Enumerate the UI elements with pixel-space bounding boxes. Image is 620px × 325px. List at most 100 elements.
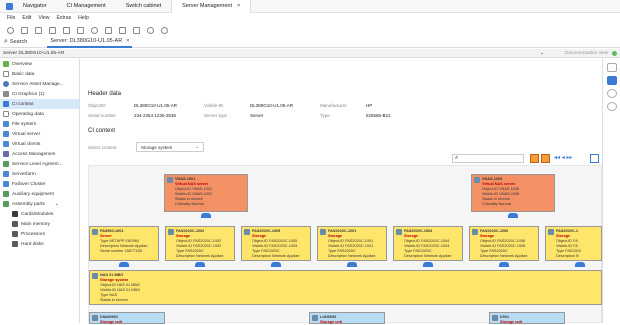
- sidebar-item-assembly-parts[interactable]: Assembly parts ⌄: [0, 199, 79, 209]
- assembly-icon: [3, 201, 9, 207]
- refresh-icon[interactable]: [147, 26, 154, 34]
- layout-icon[interactable]: [530, 154, 539, 163]
- back-icon[interactable]: [7, 26, 14, 34]
- sidebar-item-label: Virtual server: [12, 131, 41, 137]
- chart-icon[interactable]: [105, 26, 112, 34]
- sidebar-item-overview[interactable]: Overview: [0, 59, 79, 69]
- tab-server-management-label: Server Management: [182, 3, 232, 9]
- sidebar-item-operating-data[interactable]: Operating data: [0, 109, 79, 119]
- tab-ci-management[interactable]: CI Management: [57, 0, 116, 13]
- sidebar-item-processors[interactable]: Processors: [0, 229, 79, 239]
- grid-icon[interactable]: [590, 154, 599, 163]
- menu-help[interactable]: Help: [78, 15, 89, 21]
- delete-icon[interactable]: [77, 26, 84, 34]
- context-nav-arrows[interactable]: ◂◂ ◂ ▸▸: [554, 154, 572, 161]
- upload-icon[interactable]: [49, 26, 56, 34]
- type-value: 826565-B21: [366, 113, 391, 118]
- select-context-label: Select context: [88, 145, 117, 150]
- sidebar-item-access-management[interactable]: Access Managemen: [0, 149, 79, 159]
- hard-disk-icon: [12, 241, 18, 247]
- storage-card[interactable]: FAS2020C-1002 Storage Object-ID FAS2020C…: [165, 226, 235, 261]
- storage-unit-card[interactable]: D001 Storage unit: [489, 312, 565, 324]
- settings-icon[interactable]: [607, 89, 617, 98]
- documentation-view-label[interactable]: Documentation view: [565, 51, 608, 56]
- context-search-input[interactable]: ⌕: [452, 154, 524, 163]
- chevron-down-icon[interactable]: ⌄: [55, 202, 59, 207]
- download-icon[interactable]: [607, 76, 617, 85]
- history-icon[interactable]: [91, 26, 98, 34]
- storage-card[interactable]: FAS2020C-1006 Storage Object-ID FAS2020C…: [469, 226, 539, 261]
- sidebar-item-virtual-server[interactable]: Virtual server: [0, 129, 79, 139]
- manufacturer-label: Manufacturer: [320, 103, 347, 108]
- sidebar-item-label: Main memory: [21, 221, 51, 227]
- menu-file[interactable]: File: [7, 15, 15, 21]
- tab-navigator[interactable]: Navigator: [13, 0, 57, 13]
- close-icon[interactable]: ×: [237, 3, 240, 9]
- storage-card[interactable]: FAS960-1001 Server Type NETAPP-FAS960 De…: [89, 226, 159, 261]
- search-label[interactable]: Search: [10, 39, 27, 45]
- sidebar-item-label: Cards/Modules: [21, 211, 54, 217]
- card-line: Description N: [556, 254, 579, 258]
- access-icon: [3, 151, 9, 157]
- nas-storage-system-card[interactable]: NAS 01 MBG Storage system Object-ID NAS …: [89, 270, 602, 305]
- storage-card[interactable]: FAS2020C-1001 Storage Object-ID FAS2020C…: [317, 226, 387, 261]
- storage-unit-card[interactable]: LUN0053 Storage unit: [309, 312, 385, 324]
- sidebar-item-main-memory[interactable]: Main memory: [0, 219, 79, 229]
- menu-edit[interactable]: Edit: [22, 15, 31, 21]
- share-icon[interactable]: [607, 63, 617, 72]
- menu-bar: File Edit View Extras Help: [0, 13, 620, 23]
- sidebar-item-auxiliary[interactable]: Auxiliary equipment: [0, 189, 79, 199]
- vnas-card[interactable]: VNAS-1001 Virtual NAS server Object-ID V…: [164, 174, 248, 212]
- server-type-value: Server: [250, 113, 264, 118]
- copy-icon[interactable]: [35, 26, 42, 34]
- tab-switch-cabinet[interactable]: Switch cabinet: [116, 0, 171, 13]
- search-bar: ⌕ Search Server: DL380G10-U1.05-AR ×: [0, 36, 620, 48]
- sidebar-item-file-system[interactable]: File system: [0, 119, 79, 129]
- virtual-clients-icon: [3, 141, 9, 147]
- sidebar-item-cards-modules[interactable]: Cards/Modules: [0, 209, 79, 219]
- help-icon[interactable]: [161, 26, 168, 34]
- sidebar-item-ci-context[interactable]: CI context: [0, 99, 79, 109]
- sidebar-item-service-asset[interactable]: Service Asset Manage...: [0, 79, 79, 89]
- sidebar-item-failover-cluster[interactable]: Failover Cluster: [0, 179, 79, 189]
- sidebar-item-basic-data[interactable]: Basic data: [0, 69, 79, 79]
- sidebar-item-label: Processors: [21, 231, 45, 237]
- storage-unit-icon: [312, 315, 318, 321]
- storage-icon: [320, 229, 326, 235]
- storage-icon: [396, 229, 402, 235]
- graphics-icon: [3, 91, 9, 97]
- zoom-icon[interactable]: [541, 154, 550, 163]
- card-criticality: Criticality Normal: [482, 202, 511, 206]
- menu-view[interactable]: View: [38, 15, 49, 21]
- status-dot-icon: [612, 51, 617, 56]
- download-icon[interactable]: [63, 26, 70, 34]
- tab-server-management[interactable]: Server Management ×: [171, 0, 252, 13]
- sidebar-item-serverfarm[interactable]: Serverfarm: [0, 169, 79, 179]
- search-icon[interactable]: ⌕: [4, 38, 8, 46]
- add-icon[interactable]: [607, 102, 617, 111]
- forward-icon[interactable]: [21, 26, 28, 34]
- sidebar-item-hard-disks[interactable]: Hard disks: [0, 239, 79, 249]
- sidebar-item-sla[interactable]: Service Level Agreem...: [0, 159, 79, 169]
- vnas-card[interactable]: VNAS-1003 Virtual NAS server Object-ID V…: [471, 174, 555, 212]
- operating-data-icon: [3, 111, 9, 117]
- connector-icon: [119, 262, 129, 267]
- search-result-tab[interactable]: Server: DL380G10-U1.05-AR ×: [47, 36, 133, 48]
- sidebar-item-ci-graphics[interactable]: CI Graphics (1): [0, 89, 79, 99]
- file-system-icon: [3, 121, 9, 127]
- context-select[interactable]: Storage system ⌄: [136, 142, 204, 152]
- storage-card[interactable]: FAS2020C-1005 Storage Object-ID FAS2020C…: [241, 226, 311, 261]
- storage-card[interactable]: FAS2020C-1 Storage Object-ID FA Visible-…: [545, 226, 602, 261]
- chevron-down-icon[interactable]: ⌄: [540, 51, 544, 56]
- storage-unit-card[interactable]: DIAM0001 Storage unit: [89, 312, 165, 324]
- print-icon[interactable]: [119, 26, 126, 34]
- storage-card[interactable]: FAS2020C-1004 Storage Object-ID FAS2020C…: [393, 226, 463, 261]
- sla-icon: [3, 161, 9, 167]
- menu-extras[interactable]: Extras: [56, 15, 71, 21]
- close-icon[interactable]: ×: [126, 38, 129, 44]
- card-line: Description Network Applian: [176, 254, 224, 258]
- sidebar-item-label: Failover Cluster: [12, 181, 46, 187]
- virtual-nas-icon: [474, 177, 480, 183]
- export-icon[interactable]: [133, 26, 140, 34]
- sidebar-item-virtual-clients[interactable]: Virtual clients: [0, 139, 79, 149]
